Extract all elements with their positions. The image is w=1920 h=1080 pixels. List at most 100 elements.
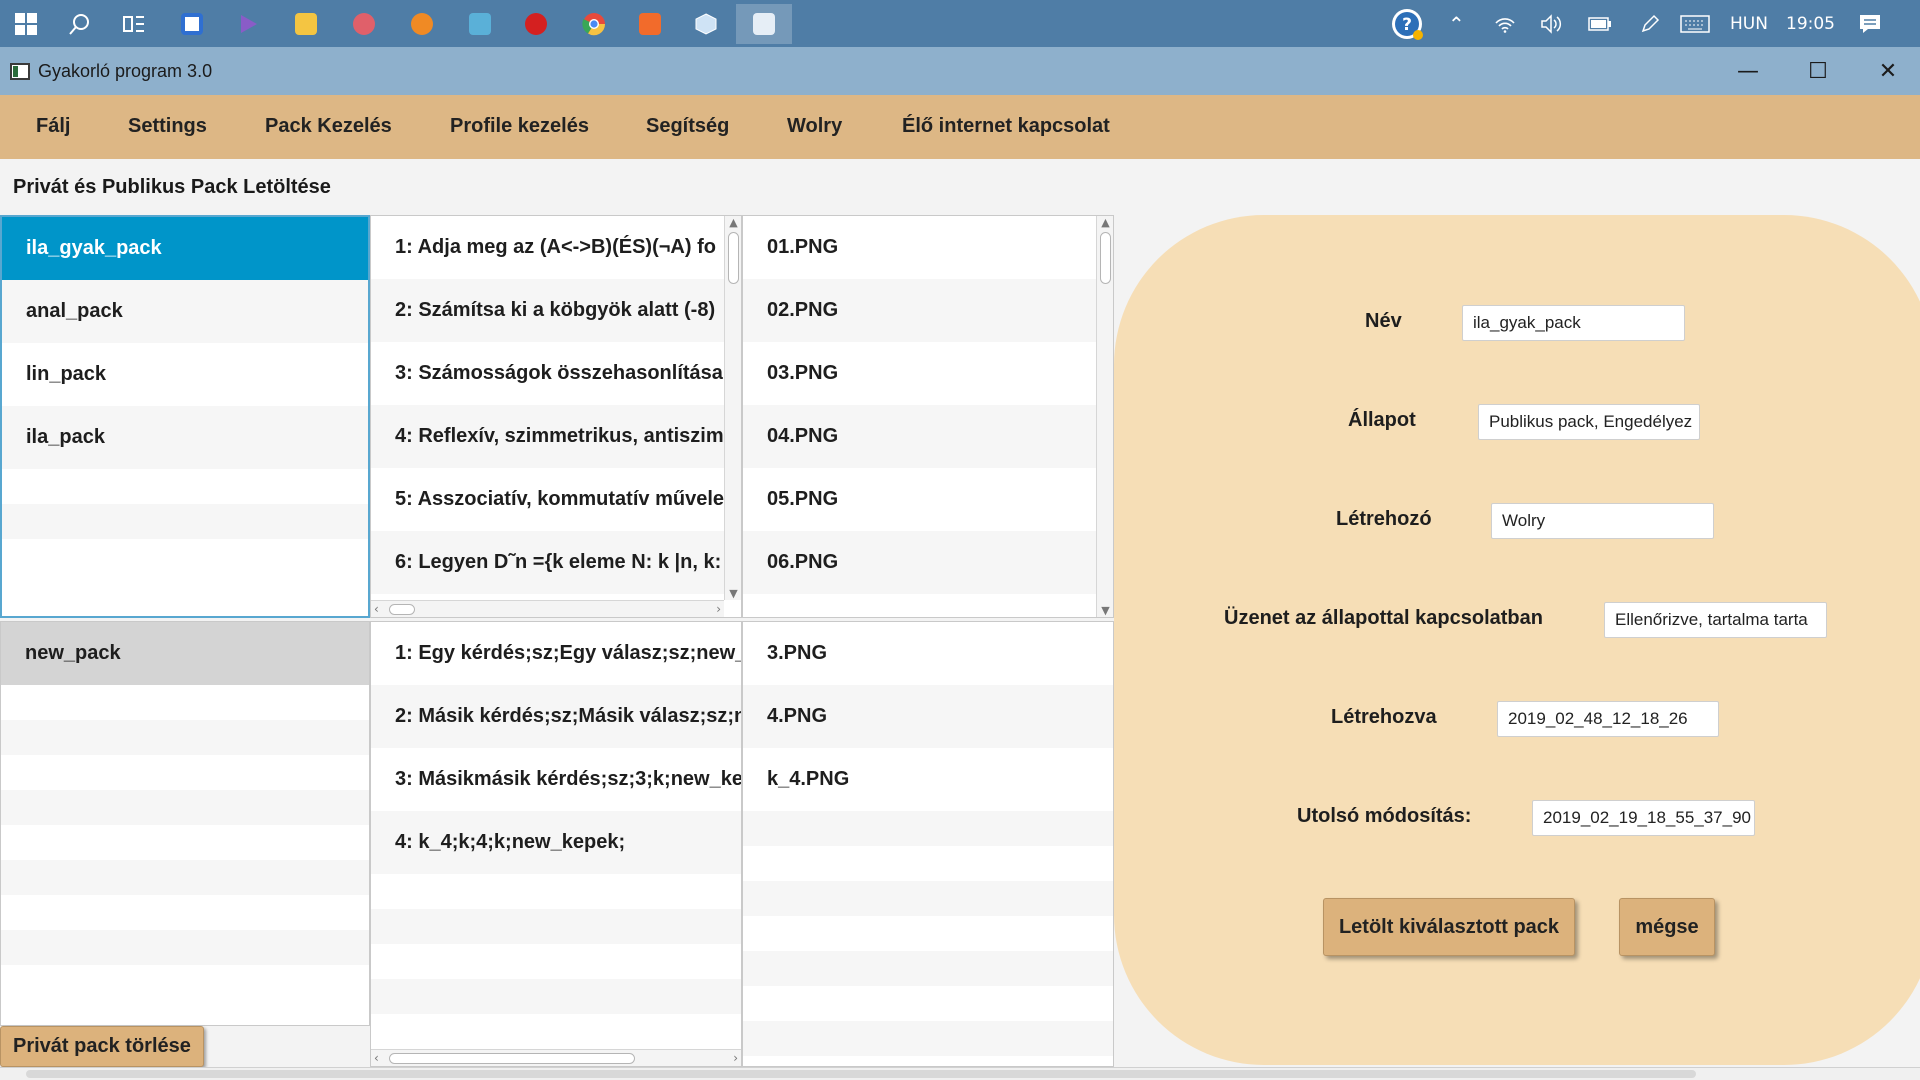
list-item[interactable]: 03.PNG (743, 342, 1113, 405)
list-item[interactable]: 2: Számítsa ki a köbgyök alatt (-8) (371, 279, 741, 342)
name-label: Név (1365, 310, 1402, 332)
scroll-up-icon[interactable]: ▲ (725, 216, 741, 229)
list-item[interactable]: 1: Adja meg az (A<->B)(ÉS)(¬A) fo (371, 216, 741, 279)
list-item[interactable]: 01.PNG (743, 216, 1113, 279)
store-icon[interactable] (172, 4, 212, 44)
list-item[interactable]: 1: Egy kérdés;sz;Egy válasz;sz;new_ (371, 622, 741, 685)
list-item-label: anal_pack (26, 300, 123, 322)
list-item[interactable]: ila_pack (2, 406, 368, 469)
menu-wolry[interactable]: Wolry (787, 115, 842, 138)
search-icon[interactable] (60, 4, 100, 44)
keyboard-icon[interactable] (1680, 0, 1710, 47)
list-item-label: k_4.PNG (767, 768, 850, 790)
status-field[interactable]: Publikus pack, Engedélyez (1478, 404, 1700, 440)
language-indicator[interactable]: HUN (1730, 0, 1768, 47)
name-field[interactable]: ila_gyak_pack (1462, 305, 1685, 341)
list-item[interactable]: 4: Reflexív, szimmetrikus, antiszim (371, 405, 741, 468)
list-item[interactable]: 6: Legyen D˜n ={k eleme N: k |n, k: (371, 531, 741, 594)
scroll-down-icon[interactable]: ▼ (725, 587, 741, 600)
volume-icon[interactable] (1540, 0, 1562, 47)
list-item-label: 1: Egy kérdés;sz;Egy válasz;sz;new_ (395, 642, 741, 664)
public-question-list[interactable]: 1: Adja meg az (A<->B)(ÉS)(¬A) fo 2: Szá… (370, 215, 742, 618)
list-item-label: ila_gyak_pack (26, 237, 162, 259)
app-icon-3[interactable] (460, 4, 500, 44)
minimize-button[interactable]: — (1713, 47, 1783, 95)
creator-field[interactable]: Wolry (1491, 503, 1714, 539)
list-item[interactable]: new_pack (1, 622, 369, 685)
scroll-right-icon[interactable]: › (733, 1050, 738, 1066)
empty-row (743, 881, 1113, 916)
chrome-icon[interactable] (574, 4, 614, 44)
list-item[interactable]: 3.PNG (743, 622, 1113, 685)
menu-help[interactable]: Segítség (646, 115, 729, 138)
scroll-thumb[interactable] (389, 1053, 635, 1064)
list-item[interactable]: anal_pack (2, 280, 368, 343)
private-pack-list[interactable]: new_pack (0, 621, 370, 1026)
horizontal-scrollbar[interactable]: ‹ › (371, 1049, 741, 1066)
cancel-button[interactable]: mégse (1619, 898, 1715, 956)
last-modified-field[interactable]: 2019_02_19_18_55_37_90 (1532, 800, 1755, 836)
list-item[interactable]: k_4.PNG (743, 748, 1113, 811)
chevron-up-icon[interactable]: ⌃ (1448, 0, 1465, 47)
created-field[interactable]: 2019_02_48_12_18_26 (1497, 701, 1719, 737)
notification-icon[interactable] (1858, 0, 1882, 47)
battery-icon[interactable] (1588, 0, 1612, 47)
scroll-left-icon[interactable]: ‹ (374, 601, 379, 617)
app-icon-2[interactable] (402, 4, 442, 44)
java-icon[interactable] (736, 4, 792, 44)
scroll-left-icon[interactable]: ‹ (374, 1050, 379, 1066)
pen-icon[interactable] (1640, 0, 1660, 47)
list-item[interactable]: lin_pack (2, 343, 368, 406)
status-message-field[interactable]: Ellenőrizve, tartalma tarta (1604, 602, 1827, 638)
app-icon-4[interactable] (516, 4, 556, 44)
window-horizontal-scrollbar[interactable] (0, 1067, 1920, 1080)
visual-studio-icon[interactable] (228, 4, 268, 44)
list-item[interactable]: 06.PNG (743, 531, 1113, 594)
help-icon[interactable]: ? (1390, 0, 1424, 47)
list-item[interactable]: 02.PNG (743, 279, 1113, 342)
list-item[interactable]: 4: k_4;k;4;k;new_kepek; (371, 811, 741, 874)
app-icon-1[interactable] (344, 4, 384, 44)
task-view-icon[interactable] (114, 4, 154, 44)
taskbar: ? ⌃ HUN 19:05 (0, 0, 1920, 47)
menu-file[interactable]: Fálj (36, 115, 70, 138)
scroll-thumb[interactable] (389, 604, 415, 615)
wifi-icon[interactable] (1494, 0, 1516, 47)
menu-profile-management[interactable]: Profile kezelés (450, 115, 589, 138)
clock[interactable]: 19:05 (1786, 0, 1835, 47)
list-item[interactable]: 3: Számosságok összehasonlítása (371, 342, 741, 405)
list-item[interactable]: 2: Másik kérdés;sz;Másik válasz;sz;n (371, 685, 741, 748)
close-button[interactable]: ✕ (1853, 47, 1920, 95)
delete-private-pack-button[interactable]: Privát pack törlése (0, 1026, 204, 1067)
scroll-down-icon[interactable]: ▼ (1097, 604, 1113, 617)
xampp-icon[interactable] (630, 4, 670, 44)
maximize-button[interactable]: ☐ (1783, 47, 1853, 95)
list-item[interactable]: 05.PNG (743, 468, 1113, 531)
public-image-list[interactable]: 01.PNG 02.PNG 03.PNG 04.PNG 05.PNG 06.PN… (742, 215, 1114, 618)
file-explorer-icon[interactable] (286, 4, 326, 44)
private-question-list[interactable]: 1: Egy kérdés;sz;Egy válasz;sz;new_ 2: M… (370, 621, 742, 1067)
list-item[interactable]: 4.PNG (743, 685, 1113, 748)
app-icon-5[interactable] (686, 4, 726, 44)
scroll-thumb[interactable] (728, 232, 739, 284)
list-item[interactable]: 5: Asszociatív, kommutatív művele (371, 468, 741, 531)
list-item[interactable]: 3: Másikmásik kérdés;sz;3;k;new_ke (371, 748, 741, 811)
scroll-thumb[interactable] (26, 1070, 1696, 1078)
scroll-thumb[interactable] (1100, 232, 1111, 284)
menu-settings[interactable]: Settings (128, 115, 207, 138)
vertical-scrollbar[interactable]: ▲ ▼ (724, 216, 741, 600)
horizontal-scrollbar[interactable]: ‹ › (371, 600, 724, 617)
windows-start-icon[interactable] (6, 4, 46, 44)
empty-row (1, 755, 369, 790)
menu-live-internet[interactable]: Élő internet kapcsolat (902, 115, 1110, 138)
list-item[interactable]: ila_gyak_pack (2, 217, 368, 280)
vertical-scrollbar[interactable]: ▲ ▼ (1096, 216, 1113, 617)
list-item-label: 6: Legyen D˜n ={k eleme N: k |n, k: (395, 551, 722, 573)
download-pack-button[interactable]: Letölt kiválasztott pack (1323, 898, 1575, 956)
list-item[interactable]: 04.PNG (743, 405, 1113, 468)
public-pack-list[interactable]: ila_gyak_pack anal_pack lin_pack ila_pac… (0, 215, 370, 618)
private-image-list[interactable]: 3.PNG 4.PNG k_4.PNG (742, 621, 1114, 1067)
menu-pack-management[interactable]: Pack Kezelés (265, 115, 392, 138)
scroll-up-icon[interactable]: ▲ (1097, 216, 1113, 229)
scroll-right-icon[interactable]: › (716, 601, 721, 617)
